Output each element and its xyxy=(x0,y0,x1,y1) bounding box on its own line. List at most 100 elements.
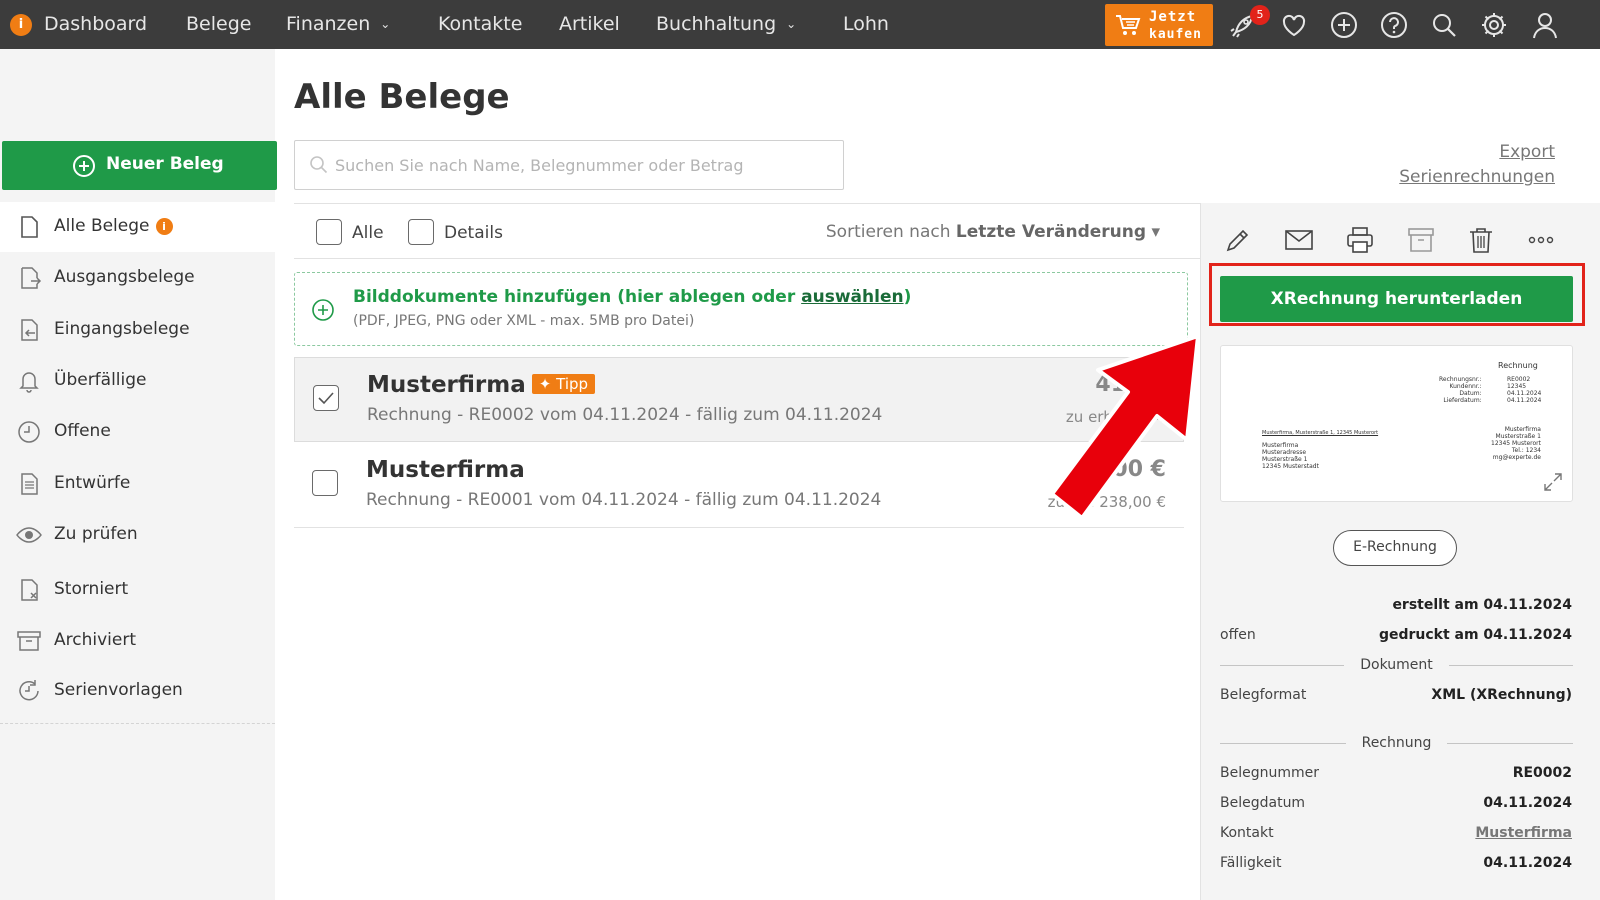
format-value: XML (XRechnung) xyxy=(1431,687,1572,703)
document-icon xyxy=(21,216,38,238)
top-navigation: i Dashboard Belege Finanzen ⌄ Kontakte Ar… xyxy=(0,0,1600,49)
details-checkbox[interactable] xyxy=(408,219,434,245)
cart-icon xyxy=(1116,15,1141,35)
sidebar-item-zu-pruefen[interactable]: Zu prüfen xyxy=(0,510,275,560)
heart-icon[interactable] xyxy=(1279,10,1309,40)
nav-artikel[interactable]: Artikel xyxy=(559,0,620,49)
printer-icon[interactable] xyxy=(1345,225,1375,255)
tip-badge-label: Tipp xyxy=(556,375,589,393)
sidebar-item-label: Offene xyxy=(54,421,111,441)
select-files-link[interactable]: auswählen xyxy=(801,287,903,307)
number-label: Belegnummer xyxy=(1220,765,1319,781)
app-logo-icon[interactable]: i xyxy=(10,14,32,36)
sidebar-item-archiviert[interactable]: Archiviert xyxy=(0,616,275,666)
mail-icon[interactable] xyxy=(1284,225,1314,255)
download-xrechnung-button[interactable]: XRechnung herunterladen xyxy=(1220,276,1573,322)
sidebar-item-label: Ausgangsbelege xyxy=(54,267,195,287)
sidebar-item-label: Entwürfe xyxy=(54,473,131,493)
new-document-button[interactable]: Neuer Beleg xyxy=(2,141,277,190)
select-all-checkbox[interactable] xyxy=(316,219,342,245)
row-amount-open: zu erhalten 4 xyxy=(1065,408,1165,426)
row-amount: 416,5 xyxy=(1095,372,1165,397)
date-value: 04.11.2024 xyxy=(1483,795,1572,811)
details-label: Details xyxy=(444,223,503,243)
incoming-document-icon xyxy=(21,319,38,341)
pencil-icon[interactable] xyxy=(1223,225,1253,255)
sort-dropdown[interactable]: Sortieren nach Letzte Veränderung ▾ xyxy=(826,222,1160,242)
dropzone-hint: (PDF, JPEG, PNG oder XML - max. 5MB pro … xyxy=(353,313,695,329)
export-link[interactable]: Export xyxy=(1499,142,1555,162)
sidebar-item-entwuerfe[interactable]: Entwürfe xyxy=(0,459,275,509)
nav-belege[interactable]: Belege xyxy=(186,0,251,49)
dropzone-title-close: ) xyxy=(903,287,912,307)
info-icon[interactable]: i xyxy=(155,218,173,235)
sidebar-item-offene[interactable]: Offene xyxy=(0,407,275,457)
sparkle-icon: ✦ xyxy=(538,375,552,393)
row-company-name: Musterfirma xyxy=(367,372,526,398)
row-checkbox[interactable] xyxy=(312,470,338,496)
notification-badge: 5 xyxy=(1250,5,1270,25)
nav-kontakte[interactable]: Kontakte xyxy=(438,0,522,49)
more-icon[interactable] xyxy=(1526,225,1556,255)
outgoing-document-icon xyxy=(21,267,42,289)
sort-value: Letzte Veränderung xyxy=(955,222,1147,242)
date-label: Belegdatum xyxy=(1220,795,1306,811)
search-icon[interactable] xyxy=(1429,10,1459,40)
list-header: Alle Details Sortieren nach Letzte Verän… xyxy=(294,203,1200,259)
sidebar-item-label: Serienvorlagen xyxy=(54,680,183,700)
sort-prefix: Sortieren nach xyxy=(825,222,951,242)
trash-icon[interactable] xyxy=(1466,225,1496,255)
help-icon[interactable] xyxy=(1379,10,1409,40)
document-detail-panel: XRechnung herunterladen Rechnung Rechnun… xyxy=(1200,203,1600,900)
serial-invoices-link[interactable]: Serienrechnungen xyxy=(1399,167,1555,187)
section-title: Dokument xyxy=(1360,657,1433,673)
nav-buchhaltung[interactable]: Buchhaltung ⌄ xyxy=(656,0,796,49)
select-all-label: Alle xyxy=(352,223,384,243)
tip-badge[interactable]: ✦ Tipp xyxy=(531,374,596,394)
due-label: Fälligkeit xyxy=(1220,855,1282,871)
sidebar-item-ueberfaellige[interactable]: Überfällige xyxy=(0,356,275,406)
sidebar-item-label: Zu prüfen xyxy=(54,524,138,544)
new-document-label: Neuer Beleg xyxy=(106,154,224,174)
preview-recipient: Musterfirma Musteradresse Musterstraße 1… xyxy=(1262,442,1319,470)
row-amount: ,00 € xyxy=(1104,457,1166,482)
sidebar-item-eingangsbelege[interactable]: Eingangsbelege xyxy=(0,305,275,355)
row-description: Rechnung - RE0002 vom 04.11.2024 - fälli… xyxy=(367,405,883,425)
dropzone-title: Bilddokumente hinzufügen (hier ablegen o… xyxy=(353,287,796,307)
search-box[interactable] xyxy=(294,140,844,190)
search-icon xyxy=(310,156,328,174)
due-value: 04.11.2024 xyxy=(1483,855,1572,871)
number-value: RE0002 xyxy=(1512,765,1572,781)
plus-circle-icon xyxy=(312,299,334,321)
format-label: Belegformat xyxy=(1220,687,1307,703)
section-divider-document: Dokument xyxy=(1220,655,1573,675)
e-invoice-button[interactable]: E-Rechnung xyxy=(1333,530,1457,566)
user-icon[interactable] xyxy=(1530,10,1560,40)
document-row[interactable]: Musterfirma Rechnung - RE0001 vom 04.11.… xyxy=(294,443,1184,528)
created-date: erstellt am 04.11.2024 xyxy=(1392,597,1572,613)
gear-icon[interactable] xyxy=(1479,10,1509,40)
expand-icon[interactable] xyxy=(1542,471,1564,493)
row-checkbox-checked[interactable] xyxy=(313,385,339,411)
sidebar-item-label: Eingangsbelege xyxy=(54,319,190,339)
archive-icon[interactable] xyxy=(1406,225,1436,255)
search-input[interactable] xyxy=(335,151,835,179)
nav-dashboard[interactable]: Dashboard xyxy=(44,0,147,49)
document-preview[interactable]: Rechnung Rechnungsnr.: Kundennr.: Datum:… xyxy=(1220,345,1573,502)
upload-dropzone[interactable]: Bilddokumente hinzufügen (hier ablegen o… xyxy=(294,272,1188,346)
sidebar-item-storniert[interactable]: Storniert xyxy=(0,565,275,615)
row-amount-open: zu erh 238,00 € xyxy=(1047,493,1166,511)
sidebar-item-alle-belege[interactable]: Alle Belege i xyxy=(0,202,275,252)
document-row[interactable]: Musterfirma ✦ Tipp Rechnung - RE0002 vom … xyxy=(294,357,1184,442)
nav-finanzen[interactable]: Finanzen ⌄ xyxy=(286,0,390,49)
row-description: Rechnung - RE0001 vom 04.11.2024 - fälli… xyxy=(366,490,882,510)
sidebar-item-ausgangsbelege[interactable]: Ausgangsbelege xyxy=(0,253,275,303)
plus-circle-icon[interactable] xyxy=(1329,10,1359,40)
page-title: Alle Belege xyxy=(294,77,510,117)
nav-lohn[interactable]: Lohn xyxy=(843,0,889,49)
sidebar-item-serienvorlagen[interactable]: Serienvorlagen xyxy=(0,666,275,716)
contact-label: Kontakt xyxy=(1220,825,1274,841)
nav-buchhaltung-label: Buchhaltung xyxy=(656,13,777,35)
contact-link[interactable]: Musterfirma xyxy=(1475,825,1572,841)
buy-now-button[interactable]: Jetzt kaufen xyxy=(1105,4,1213,46)
